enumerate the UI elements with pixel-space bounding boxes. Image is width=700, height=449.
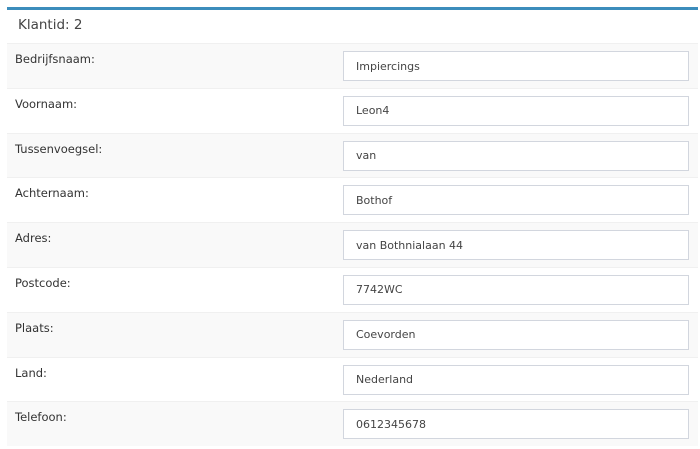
customer-form: Bedrijfsnaam: Voornaam: Tussenvoegsel: A…: [7, 43, 698, 447]
form-row-bedrijfsnaam: Bedrijfsnaam:: [7, 43, 698, 88]
voornaam-input[interactable]: [343, 95, 689, 126]
label-bedrijfsnaam: Bedrijfsnaam:: [15, 52, 95, 66]
form-row-land: Land:: [7, 356, 698, 402]
tussenvoegsel-input[interactable]: [343, 140, 689, 171]
label-postcode: Postcode:: [15, 275, 71, 290]
land-input[interactable]: [343, 364, 689, 395]
form-row-achternaam: Achternaam:: [7, 177, 698, 222]
panel-title: Klantid: 2: [18, 17, 83, 33]
label-tussenvoegsel: Tussenvoegsel:: [15, 141, 103, 156]
label-achternaam: Achternaam:: [15, 186, 89, 201]
label-plaats: Plaats:: [15, 320, 54, 335]
form-row-postcode: Postcode:: [7, 266, 698, 312]
form-row-telefoon: Telefoon:: [7, 401, 698, 447]
postcode-input[interactable]: [343, 274, 689, 305]
telefoon-input[interactable]: [343, 409, 689, 440]
achternaam-input[interactable]: [343, 185, 689, 216]
label-voornaam: Voornaam:: [15, 96, 78, 111]
label-adres: Adres:: [15, 231, 52, 246]
form-row-adres: Adres:: [7, 222, 698, 267]
customer-panel: Klantid: 2 Bedrijfsnaam: Voornaam: Tusse…: [7, 7, 698, 449]
label-land: Land:: [15, 365, 47, 380]
form-row-tussenvoegsel: Tussenvoegsel:: [7, 132, 698, 178]
label-telefoon: Telefoon:: [15, 410, 67, 425]
adres-input[interactable]: [343, 230, 689, 261]
form-row-voornaam: Voornaam:: [7, 87, 698, 133]
form-row-plaats: Plaats:: [7, 311, 698, 357]
plaats-input[interactable]: [343, 319, 689, 350]
bedrijfsnaam-input[interactable]: [343, 51, 689, 81]
